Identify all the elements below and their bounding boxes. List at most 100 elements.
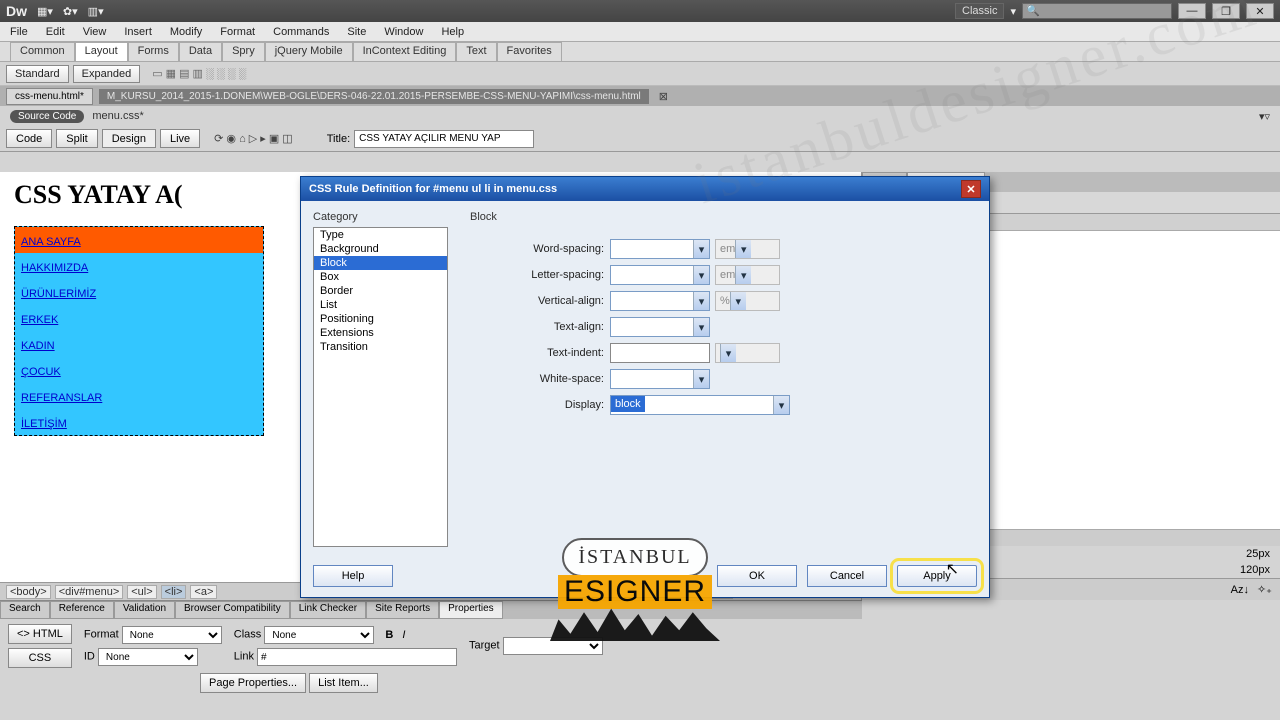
text-indent-input[interactable] <box>610 343 710 363</box>
close-button[interactable]: ✕ <box>1246 3 1274 19</box>
text-indent-unit[interactable]: ▾ <box>715 343 780 363</box>
white-space-select[interactable]: ▾ <box>610 369 710 389</box>
workspace-arrow-icon[interactable]: ▾ <box>1010 5 1016 18</box>
menu-help[interactable]: Help <box>441 26 464 38</box>
word-spacing-select[interactable]: ▾ <box>610 239 710 259</box>
related-file[interactable]: menu.css* <box>92 110 143 122</box>
maximize-button[interactable]: ❐ <box>1212 3 1240 19</box>
ok-button[interactable]: OK <box>717 565 797 587</box>
gear-icon[interactable]: ✿▾ <box>63 5 78 18</box>
cat-border[interactable]: Border <box>314 284 447 298</box>
tab-data[interactable]: Data <box>179 42 222 61</box>
italic-button[interactable]: I <box>402 629 405 641</box>
menu-link[interactable]: REFERANSLAR <box>21 392 102 404</box>
ptab-properties[interactable]: Properties <box>439 601 503 619</box>
menu-modify[interactable]: Modify <box>170 26 202 38</box>
live-button[interactable]: Live <box>160 129 200 148</box>
cat-positioning[interactable]: Positioning <box>314 312 447 326</box>
minimize-button[interactable]: — <box>1178 3 1206 19</box>
letter-spacing-select[interactable]: ▾ <box>610 265 710 285</box>
word-spacing-unit[interactable]: em▾ <box>715 239 780 259</box>
menu-commands[interactable]: Commands <box>273 26 329 38</box>
add-prop-icon[interactable]: ✧₊ <box>1257 583 1272 596</box>
cancel-button[interactable]: Cancel <box>807 565 887 587</box>
file-tab[interactable]: css-menu.html* <box>6 88 93 105</box>
menu-link[interactable]: KADIN <box>21 340 55 352</box>
target-select[interactable] <box>503 637 603 655</box>
code-button[interactable]: Code <box>6 129 52 148</box>
category-list[interactable]: Type Background Block Box Border List Po… <box>313 227 448 547</box>
text-align-select[interactable]: ▾ <box>610 317 710 337</box>
menu-link[interactable]: ERKEK <box>21 314 58 326</box>
css-mode-button[interactable]: CSS <box>8 648 72 668</box>
ptab-sitereports[interactable]: Site Reports <box>366 601 439 619</box>
cat-box[interactable]: Box <box>314 270 447 284</box>
cat-block[interactable]: Block <box>314 256 447 270</box>
tab-jquery[interactable]: jQuery Mobile <box>265 42 353 61</box>
menu-view[interactable]: View <box>83 26 107 38</box>
ptab-compat[interactable]: Browser Compatibility <box>175 601 290 619</box>
file-close-icon[interactable]: ⊠ <box>659 90 668 103</box>
layout-icon[interactable]: ▦▾ <box>37 5 53 18</box>
tab-common[interactable]: Common <box>10 42 75 61</box>
class-select[interactable]: None <box>264 626 374 644</box>
standard-button[interactable]: Standard <box>6 65 69 83</box>
vertical-align-select[interactable]: ▾ <box>610 291 710 311</box>
menu-link[interactable]: ÜRÜNLERİMİZ <box>21 288 96 300</box>
menu-edit[interactable]: Edit <box>46 26 65 38</box>
tab-forms[interactable]: Forms <box>128 42 179 61</box>
html-mode-button[interactable]: <> HTML <box>8 624 72 644</box>
ptab-validation[interactable]: Validation <box>114 601 175 619</box>
search-input[interactable]: 🔍 <box>1022 3 1172 19</box>
tab-text[interactable]: Text <box>456 42 496 61</box>
tab-favorites[interactable]: Favorites <box>497 42 562 61</box>
menu-insert[interactable]: Insert <box>124 26 152 38</box>
link-input[interactable] <box>257 648 457 666</box>
tab-spry[interactable]: Spry <box>222 42 265 61</box>
tab-layout[interactable]: Layout <box>75 42 128 61</box>
prop-val[interactable]: 25px <box>1246 548 1270 560</box>
ptab-linkcheck[interactable]: Link Checker <box>290 601 366 619</box>
apply-button[interactable]: Apply <box>897 565 977 587</box>
doc-toolbar-icons[interactable]: ⟳ ◉ ⌂ ▷ ▸ ▣ ◫ <box>214 132 293 145</box>
menu-link[interactable]: HAKKIMIZDA <box>21 262 88 274</box>
title-input[interactable] <box>354 130 534 148</box>
menu-link[interactable]: ANA SAYFA <box>21 236 81 248</box>
source-code-badge[interactable]: Source Code <box>10 110 84 123</box>
az-sort-icon[interactable]: Aᴢ↓ <box>1231 584 1249 596</box>
tag-crumb[interactable]: <li> <box>161 585 187 599</box>
filter-icon[interactable]: ▾▿ <box>1259 110 1270 123</box>
page-properties-button[interactable]: Page Properties... <box>200 673 306 693</box>
tag-crumb[interactable]: <ul> <box>127 585 156 599</box>
prop-val[interactable]: 120px <box>1240 564 1270 576</box>
tag-crumb[interactable]: <a> <box>190 585 217 599</box>
vertical-align-unit[interactable]: %▾ <box>715 291 780 311</box>
letter-spacing-unit[interactable]: em▾ <box>715 265 780 285</box>
ptab-reference[interactable]: Reference <box>50 601 114 619</box>
expanded-button[interactable]: Expanded <box>73 65 141 83</box>
workspace-selector[interactable]: Classic <box>955 3 1004 19</box>
dialog-close-button[interactable]: ✕ <box>961 180 981 198</box>
menu-site[interactable]: Site <box>347 26 366 38</box>
cat-extensions[interactable]: Extensions <box>314 326 447 340</box>
list-item-button[interactable]: List Item... <box>309 673 378 693</box>
help-button[interactable]: Help <box>313 565 393 587</box>
bold-button[interactable]: B <box>385 629 393 641</box>
cat-type[interactable]: Type <box>314 228 447 242</box>
layout-tools-icons[interactable]: ▭ ▦ ▤ ▥ ░ ░ ░ ░ <box>152 67 246 80</box>
menu-link[interactable]: ÇOCUK <box>21 366 61 378</box>
cat-list[interactable]: List <box>314 298 447 312</box>
menu-format[interactable]: Format <box>220 26 255 38</box>
cat-background[interactable]: Background <box>314 242 447 256</box>
cat-transition[interactable]: Transition <box>314 340 447 354</box>
menu-link[interactable]: İLETİŞİM <box>21 418 67 430</box>
menu-window[interactable]: Window <box>384 26 423 38</box>
format-select[interactable]: None <box>122 626 222 644</box>
grid-icon[interactable]: ▥▾ <box>88 5 104 18</box>
design-button[interactable]: Design <box>102 129 156 148</box>
tag-crumb[interactable]: <body> <box>6 585 51 599</box>
id-select[interactable]: None <box>98 648 198 666</box>
split-button[interactable]: Split <box>56 129 97 148</box>
tag-crumb[interactable]: <div#menu> <box>55 585 124 599</box>
tab-incontext[interactable]: InContext Editing <box>353 42 457 61</box>
